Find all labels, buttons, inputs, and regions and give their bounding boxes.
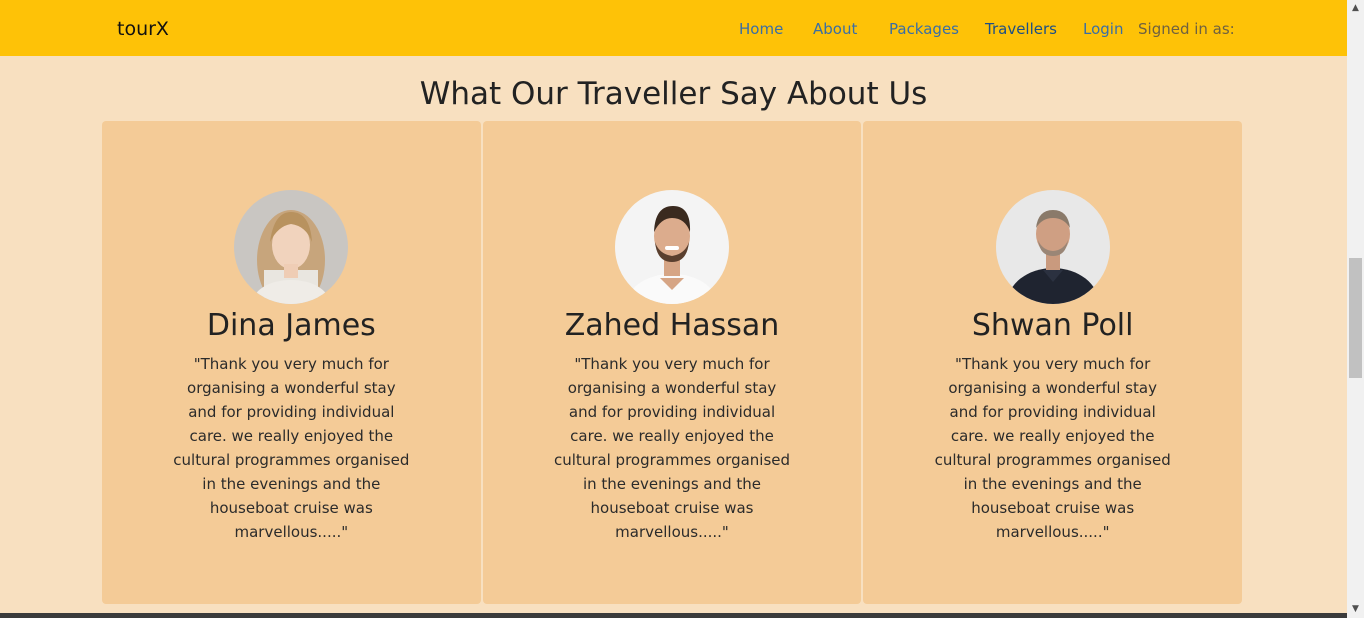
- taskbar-strip: [0, 613, 1347, 618]
- person-name: Dina James: [206, 308, 376, 343]
- testimonial-quote: "Thank you very much for organising a wo…: [934, 355, 1171, 541]
- person-name: Zahed Hassan: [564, 308, 780, 343]
- person-name: Shwan Poll: [971, 308, 1134, 343]
- avatar: [234, 190, 349, 304]
- testimonial-card: Dina James "Thank you very much for orga…: [102, 121, 481, 604]
- avatar: [995, 190, 1110, 304]
- avatar-man-image: [615, 190, 729, 304]
- scroll-up-arrow-icon[interactable]: ▲: [1347, 0, 1364, 17]
- scroll-down-arrow-icon[interactable]: ▼: [1347, 601, 1364, 618]
- nav-link-home[interactable]: Home: [739, 20, 783, 38]
- testimonial-card: Shwan Poll "Thank you very much for orga…: [863, 121, 1243, 604]
- testimonial-card: Zahed Hassan "Thank you very much for or…: [482, 121, 862, 604]
- nav-link-about[interactable]: About: [813, 20, 857, 38]
- signed-in-label: Signed in as:: [1138, 20, 1235, 38]
- nav-links: Home About Packages Travellers Login Sig…: [0, 20, 1347, 44]
- avatar-woman-image: [234, 190, 349, 304]
- testimonial-quote: "Thank you very much for organising a wo…: [553, 355, 791, 541]
- scrollbar-thumb[interactable]: [1349, 258, 1362, 378]
- page-scrollbar[interactable]: ▲ ▼: [1347, 0, 1364, 618]
- section-title: What Our Traveller Say About Us: [419, 76, 928, 112]
- testimonial-quote: "Thank you very much for organising a wo…: [173, 355, 410, 541]
- nav-link-travellers[interactable]: Travellers: [985, 20, 1057, 38]
- nav-link-login[interactable]: Login: [1083, 20, 1123, 38]
- nav-link-packages[interactable]: Packages: [889, 20, 959, 38]
- avatar-older-man-image: [995, 190, 1110, 304]
- avatar: [615, 190, 729, 304]
- navbar: tourX Home About Packages Travellers Log…: [0, 0, 1347, 56]
- testimonial-cards: Dina James "Thank you very much for orga…: [102, 121, 1243, 604]
